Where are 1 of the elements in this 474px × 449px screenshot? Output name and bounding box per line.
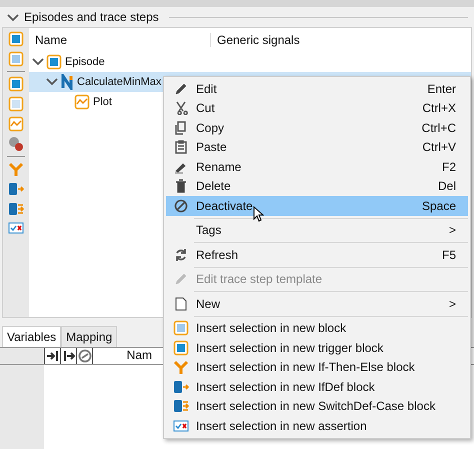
section-title: Episodes and trace steps xyxy=(24,10,159,24)
